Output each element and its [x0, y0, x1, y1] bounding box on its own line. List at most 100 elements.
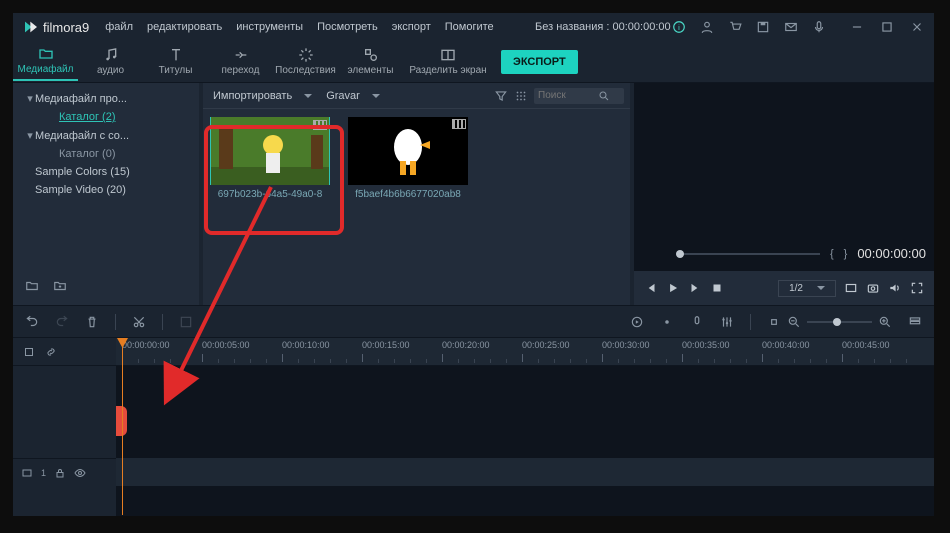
zoom-out-icon[interactable] — [787, 315, 801, 329]
layers-icon[interactable] — [23, 346, 35, 358]
mail-icon[interactable] — [784, 20, 798, 34]
mixer-icon[interactable] — [720, 315, 734, 329]
workspace-tabs: Медиафайл аудио Титулы переход Последств… — [13, 41, 934, 83]
track-head-video-1[interactable]: 1 — [13, 458, 116, 486]
volume-icon[interactable] — [888, 281, 902, 295]
minimize-icon[interactable] — [850, 20, 864, 34]
cart-icon[interactable] — [728, 20, 742, 34]
play-icon[interactable] — [666, 281, 680, 295]
tab-audio[interactable]: аудио — [78, 43, 143, 80]
quality-icon[interactable] — [844, 281, 858, 295]
sidebar-item-sample-video[interactable]: Sample Video (20) — [21, 181, 191, 199]
menu-edit[interactable]: редактировать — [147, 21, 222, 33]
preview-panel: { } 00:00:00:00 1/2 — [634, 83, 934, 305]
media-item-name: 697b023b-64a5-49a0-8 — [210, 189, 330, 200]
voiceover-icon[interactable] — [690, 315, 704, 329]
timeline-zoom[interactable] — [767, 315, 892, 329]
maximize-icon[interactable] — [880, 20, 894, 34]
timeline-tracks-area[interactable]: 00:00:00:0000:00:05:0000:00:10:0000:00:1… — [116, 338, 934, 515]
sidebar-item-shared-media[interactable]: ▾Медиафайл с со... — [21, 126, 191, 145]
search-icon[interactable] — [598, 90, 610, 102]
ruler-tick: 00:00:00:00 — [122, 340, 170, 350]
sidebar-item-sample-colors[interactable]: Sample Colors (15) — [21, 163, 191, 181]
marker-icon[interactable] — [660, 315, 674, 329]
info-icon[interactable]: i — [672, 20, 686, 34]
tab-effects[interactable]: Последствия — [273, 43, 338, 80]
record-button[interactable]: Gravar — [322, 88, 384, 104]
prev-frame-icon[interactable] — [644, 281, 658, 295]
export-button[interactable]: ЭКСПОРТ — [501, 50, 578, 74]
tab-elements[interactable]: элементы — [338, 43, 403, 80]
fullscreen-icon[interactable] — [910, 281, 924, 295]
media-grid: 697b023b-64a5-49a0-8 f5baef4b6b66770 — [203, 109, 630, 208]
tab-media-label: Медиафайл — [18, 64, 74, 75]
tab-split-screen[interactable]: Разделить экран — [403, 43, 493, 80]
import-button[interactable]: Импортировать — [209, 88, 316, 104]
tab-transitions[interactable]: переход — [208, 43, 273, 80]
mic-icon[interactable] — [812, 20, 826, 34]
menu-view[interactable]: Посмотреть — [317, 21, 378, 33]
ruler-tick: 00:00:30:00 — [602, 340, 650, 350]
sidebar-item-catalog-0[interactable]: Каталог (0) — [21, 145, 191, 163]
snapshot-icon[interactable] — [866, 281, 880, 295]
delete-icon[interactable] — [85, 315, 99, 329]
redo-icon[interactable] — [55, 315, 69, 329]
new-folder-icon[interactable] — [25, 279, 39, 293]
cut-icon[interactable] — [132, 315, 146, 329]
ruler-tick: 00:00:45:00 — [842, 340, 890, 350]
playhead[interactable] — [122, 338, 123, 515]
tab-titles-label: Титулы — [159, 65, 193, 76]
titlebar: filmora9 файл редактировать инструменты … — [13, 13, 934, 41]
zoom-slider[interactable] — [807, 321, 872, 323]
media-sidebar: ▾Медиафайл про... Каталог (2) ▾Медиафайл… — [13, 83, 199, 305]
lock-icon[interactable] — [54, 467, 66, 479]
zoom-fit-icon[interactable] — [767, 315, 781, 329]
mark-in-icon[interactable]: { — [830, 248, 834, 260]
search-input[interactable] — [538, 90, 598, 101]
menu-tools[interactable]: инструменты — [236, 21, 303, 33]
tab-split-label: Разделить экран — [409, 65, 486, 76]
undo-icon[interactable] — [25, 315, 39, 329]
edit-icon[interactable] — [179, 315, 193, 329]
add-folder-icon[interactable] — [53, 279, 67, 293]
text-icon — [168, 47, 184, 63]
sidebar-item-catalog-2[interactable]: Каталог (2) — [21, 108, 191, 126]
search-box[interactable] — [534, 88, 624, 104]
next-frame-icon[interactable] — [688, 281, 702, 295]
link-icon[interactable] — [45, 346, 57, 358]
grid-view-icon[interactable] — [514, 89, 528, 103]
filter-icon[interactable] — [494, 89, 508, 103]
app-logo: filmora9 — [23, 19, 89, 35]
ruler-tick: 00:00:15:00 — [362, 340, 410, 350]
save-icon[interactable] — [756, 20, 770, 34]
visibility-icon[interactable] — [74, 467, 86, 479]
menu-file[interactable]: файл — [105, 21, 133, 33]
menu-export[interactable]: экспорт — [392, 21, 431, 33]
close-icon[interactable] — [910, 20, 924, 34]
tab-media[interactable]: Медиафайл — [13, 42, 78, 81]
media-item[interactable]: f5baef4b6b6677020ab8 — [343, 117, 473, 200]
video-badge-icon — [452, 119, 466, 129]
render-icon[interactable] — [630, 315, 644, 329]
tab-elements-label: элементы — [347, 65, 393, 76]
ruler-tick: 00:00:05:00 — [202, 340, 250, 350]
tab-titles[interactable]: Титулы — [143, 43, 208, 80]
music-icon — [103, 47, 119, 63]
sparkle-icon — [298, 47, 314, 63]
preview-scrubber[interactable]: { } 00:00:00:00 — [680, 246, 926, 261]
media-item[interactable]: 697b023b-64a5-49a0-8 — [205, 117, 335, 200]
thumbnail-icon — [348, 117, 468, 185]
playback-speed-select[interactable]: 1/2 — [778, 280, 836, 297]
chevron-down-icon — [372, 94, 380, 98]
media-item-name: f5baef4b6b6677020ab8 — [348, 189, 468, 200]
sidebar-item-project-media[interactable]: ▾Медиафайл про... — [21, 89, 191, 108]
timeline-ruler[interactable]: 00:00:00:0000:00:05:0000:00:10:0000:00:1… — [116, 338, 934, 366]
chevron-down-icon — [304, 94, 312, 98]
track-manager-icon[interactable] — [908, 315, 922, 329]
menu-help[interactable]: Помогите — [445, 21, 494, 33]
zoom-in-icon[interactable] — [878, 315, 892, 329]
user-icon[interactable] — [700, 20, 714, 34]
stop-icon[interactable] — [710, 281, 724, 295]
mark-out-icon[interactable]: } — [844, 248, 848, 260]
filmstrip-icon — [21, 467, 33, 479]
